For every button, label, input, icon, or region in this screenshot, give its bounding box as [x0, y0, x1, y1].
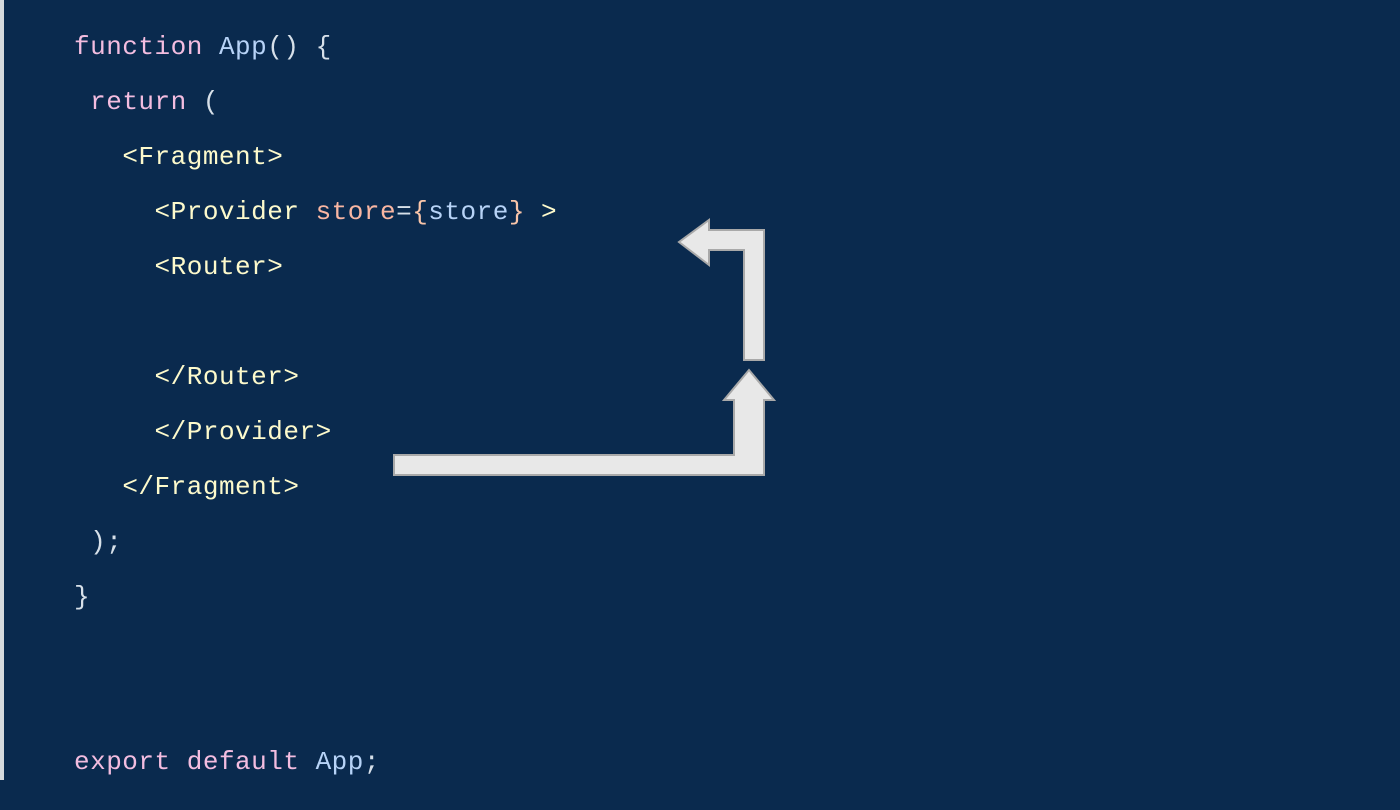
jsx-tag-provider-close: Provider: [187, 417, 316, 447]
jsx-tag-provider-open: Provider: [171, 197, 300, 227]
jsx-attr-store: store: [316, 197, 397, 227]
jsx-angle-close: </: [155, 362, 187, 392]
paren-close: ): [90, 527, 106, 557]
expr-close: }: [509, 197, 525, 227]
jsx-angle: <: [122, 142, 138, 172]
expr-open: {: [412, 197, 428, 227]
jsx-angle: <: [155, 197, 171, 227]
semicolon: ;: [106, 527, 122, 557]
jsx-angle: <: [155, 252, 171, 282]
keyword-return: return: [90, 87, 187, 117]
keyword-export: export: [74, 747, 171, 777]
jsx-tag-fragment-open: Fragment: [138, 142, 267, 172]
jsx-angle-close: </: [155, 417, 187, 447]
identifier-app: App: [219, 32, 267, 62]
identifier-store: store: [428, 197, 509, 227]
jsx-angle: >: [283, 362, 299, 392]
identifier-app: App: [316, 747, 364, 777]
brace-open: {: [316, 32, 332, 62]
jsx-angle: >: [283, 472, 299, 502]
jsx-angle: >: [541, 197, 557, 227]
jsx-angle: >: [316, 417, 332, 447]
jsx-tag-router-close: Router: [187, 362, 284, 392]
equals: =: [396, 197, 412, 227]
jsx-angle-close: </: [122, 472, 154, 502]
keyword-default: default: [187, 747, 300, 777]
jsx-angle: >: [267, 252, 283, 282]
paren-open: (: [203, 87, 219, 117]
keyword-function: function: [74, 32, 203, 62]
parens: (): [267, 32, 299, 62]
jsx-tag-fragment-close: Fragment: [155, 472, 284, 502]
brace-close: }: [74, 582, 90, 612]
jsx-angle: >: [267, 142, 283, 172]
jsx-tag-router-open: Router: [171, 252, 268, 282]
code-block: function App() { return ( <Fragment> <Pr…: [4, 0, 1400, 810]
semicolon: ;: [364, 747, 380, 777]
